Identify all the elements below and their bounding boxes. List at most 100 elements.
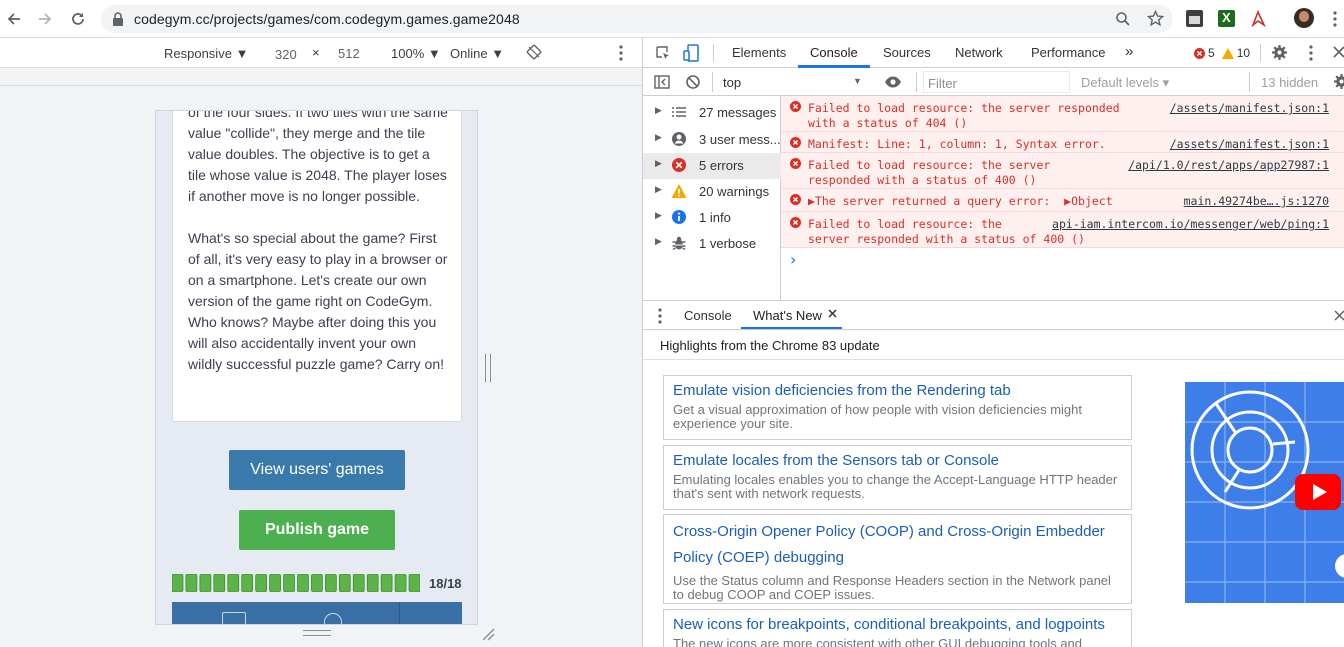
- expand-arrow-icon[interactable]: ▶: [655, 132, 662, 143]
- drawer-tab-console[interactable]: Console: [684, 308, 732, 323]
- selenium-extension-icon[interactable]: [1186, 10, 1203, 27]
- sidebar-item-verbose[interactable]: ▶ 1 verbose: [643, 231, 781, 257]
- forward-icon[interactable]: [35, 9, 55, 29]
- zoom-label: 100%: [391, 46, 425, 61]
- publish-game-button[interactable]: Publish game: [239, 510, 395, 550]
- sidebar-item-info[interactable]: ▶ 1 info: [643, 205, 781, 231]
- more-tabs-button[interactable]: »: [1125, 43, 1133, 60]
- error-source-link[interactable]: /assets/manifest.json:1: [1170, 137, 1329, 151]
- device-toolbar: Responsive ▼ 320 × 512 100% ▼ Online ▼: [0, 38, 642, 68]
- error-text: Failed to load resource: the server resp…: [808, 217, 1085, 246]
- sidebar-item-user-messages[interactable]: ▶ 3 user mess...: [643, 127, 781, 153]
- hidden-count[interactable]: 13 hidden: [1261, 75, 1318, 90]
- console-prompt[interactable]: ›: [790, 250, 796, 269]
- zoom-search-icon[interactable]: [1115, 11, 1131, 27]
- drawer-tab-whats-new[interactable]: What's New: [741, 301, 842, 329]
- error-icon: [790, 194, 801, 205]
- expand-arrow-icon[interactable]: ▶: [655, 236, 662, 247]
- close-tab-icon[interactable]: [828, 309, 837, 318]
- pdf-extension-icon[interactable]: [1250, 10, 1267, 27]
- tasks-icon[interactable]: [222, 612, 246, 624]
- youtube-play-icon[interactable]: [1295, 474, 1341, 510]
- progress-segment: [380, 574, 393, 592]
- bookmark-star-icon[interactable]: [1147, 10, 1164, 27]
- feature-description: Use the Status column and Response Heade…: [673, 573, 1111, 602]
- feature-card[interactable]: Cross-Origin Opener Policy (COOP) and Cr…: [663, 514, 1132, 604]
- lock-icon[interactable]: [112, 12, 124, 26]
- console-error-message[interactable]: Manifest: Line: 1, column: 1, Syntax err…: [781, 132, 1344, 153]
- sidebar-item-warnings[interactable]: ▶ 20 warnings: [643, 179, 781, 205]
- error-source-link[interactable]: /assets/manifest.json:1: [1170, 101, 1329, 115]
- times-sign: ×: [312, 45, 320, 60]
- progress-count: 18/18: [429, 576, 462, 591]
- feature-title-link[interactable]: New icons for breakpoints, conditional b…: [673, 616, 1105, 633]
- rotate-icon[interactable]: [526, 44, 542, 60]
- sidebar-item-errors[interactable]: ▶ 5 errors: [643, 153, 781, 179]
- profile-avatar[interactable]: [1294, 8, 1314, 28]
- log-levels-select[interactable]: Default levels ▾: [1081, 75, 1169, 91]
- expand-arrow-icon[interactable]: ▶: [655, 105, 662, 116]
- corner-resize-handle[interactable]: [481, 627, 495, 641]
- sidebar-toggle-icon[interactable]: [654, 74, 670, 90]
- feature-title-link[interactable]: Cross-Origin Opener Policy (COOP) and Cr…: [673, 519, 1123, 571]
- excel-extension-icon[interactable]: X: [1218, 10, 1235, 27]
- context-select[interactable]: top ▼: [713, 70, 870, 94]
- live-expression-eye-icon[interactable]: [884, 75, 902, 89]
- whats-new-title: Highlights from the Chrome 83 update: [660, 338, 880, 353]
- device-mode-select[interactable]: Responsive ▼: [164, 46, 248, 61]
- omnibox[interactable]: codegym.cc/projects/games/com.codegym.ga…: [101, 5, 1173, 33]
- sidebar-item-messages[interactable]: ▶ 27 messages: [643, 100, 781, 126]
- reload-icon[interactable]: [68, 9, 88, 29]
- height-input[interactable]: 512: [326, 42, 371, 64]
- expand-arrow-icon[interactable]: ▶: [655, 184, 662, 195]
- close-drawer-icon[interactable]: [1334, 310, 1344, 321]
- width-resize-handle[interactable]: [485, 354, 491, 382]
- error-text[interactable]: ▶The server returned a query error: ▶Obj…: [808, 194, 1113, 209]
- error-icon: [790, 101, 801, 112]
- tab-elements[interactable]: Elements: [732, 45, 786, 60]
- tab-network[interactable]: Network: [955, 45, 1003, 60]
- feature-card[interactable]: Emulate locales from the Sensors tab or …: [663, 445, 1132, 510]
- url-text[interactable]: codegym.cc/projects/games/com.codegym.ga…: [134, 11, 520, 27]
- expand-arrow-icon[interactable]: ▶: [655, 158, 662, 169]
- tab-divider: [713, 44, 714, 62]
- video-thumbnail[interactable]: [1185, 382, 1344, 603]
- drawer-menu-icon[interactable]: [658, 308, 662, 324]
- issue-counters[interactable]: 5 10: [1194, 46, 1250, 60]
- console-filter-input[interactable]: Filter: [923, 71, 1070, 93]
- console-error-message[interactable]: Failed to load resource: the server resp…: [781, 96, 1344, 132]
- view-users-games-button[interactable]: View users' games: [229, 450, 405, 490]
- description-card: of the four sides. If two tiles with the…: [172, 111, 462, 422]
- expand-arrow-icon[interactable]: ▶: [655, 210, 662, 221]
- clear-console-icon[interactable]: [685, 74, 701, 90]
- throttle-select[interactable]: Online ▼: [450, 46, 504, 61]
- device-toggle-icon[interactable]: [683, 44, 699, 62]
- inspect-element-icon[interactable]: [655, 45, 671, 61]
- settings-gear-icon[interactable]: [1271, 44, 1288, 61]
- error-source-link[interactable]: api-iam.intercom.io/messenger/web/ping:1: [1052, 217, 1329, 231]
- error-source-link[interactable]: main.49274be….js:1270: [1184, 194, 1329, 208]
- zoom-select[interactable]: 100% ▼: [391, 46, 441, 61]
- feature-card[interactable]: Emulate vision deficiencies from the Ren…: [663, 375, 1132, 440]
- console-error-message[interactable]: Failed to load resource: the server resp…: [781, 212, 1344, 248]
- close-devtools-icon[interactable]: [1333, 46, 1344, 58]
- devtools-menu-icon[interactable]: [1309, 45, 1313, 61]
- tab-performance[interactable]: Performance: [1031, 45, 1105, 60]
- progress-segment: [199, 574, 212, 592]
- feature-title-link[interactable]: Emulate locales from the Sensors tab or …: [673, 452, 999, 469]
- feature-title-link[interactable]: Emulate vision deficiencies from the Ren…: [673, 382, 1011, 399]
- chrome-menu-icon[interactable]: [1333, 11, 1337, 27]
- feature-card[interactable]: New icons for breakpoints, conditional b…: [663, 609, 1132, 647]
- width-input[interactable]: 320: [262, 42, 307, 64]
- console-error-message[interactable]: Failed to load resource: the server resp…: [781, 153, 1344, 189]
- tab-console[interactable]: Console: [810, 45, 858, 60]
- device-options-icon[interactable]: [619, 45, 623, 61]
- height-resize-handle[interactable]: [303, 630, 331, 636]
- back-icon[interactable]: [4, 9, 24, 29]
- console-settings-gear-icon[interactable]: [1333, 73, 1344, 90]
- tab-sources[interactable]: Sources: [883, 45, 931, 60]
- console-error-message[interactable]: ▶The server returned a query error: ▶Obj…: [781, 189, 1344, 212]
- error-source-link[interactable]: /api/1.0/rest/apps/app27987:1: [1128, 158, 1329, 172]
- drawer-tab-label: What's New: [753, 308, 822, 323]
- help-icon[interactable]: [324, 613, 342, 624]
